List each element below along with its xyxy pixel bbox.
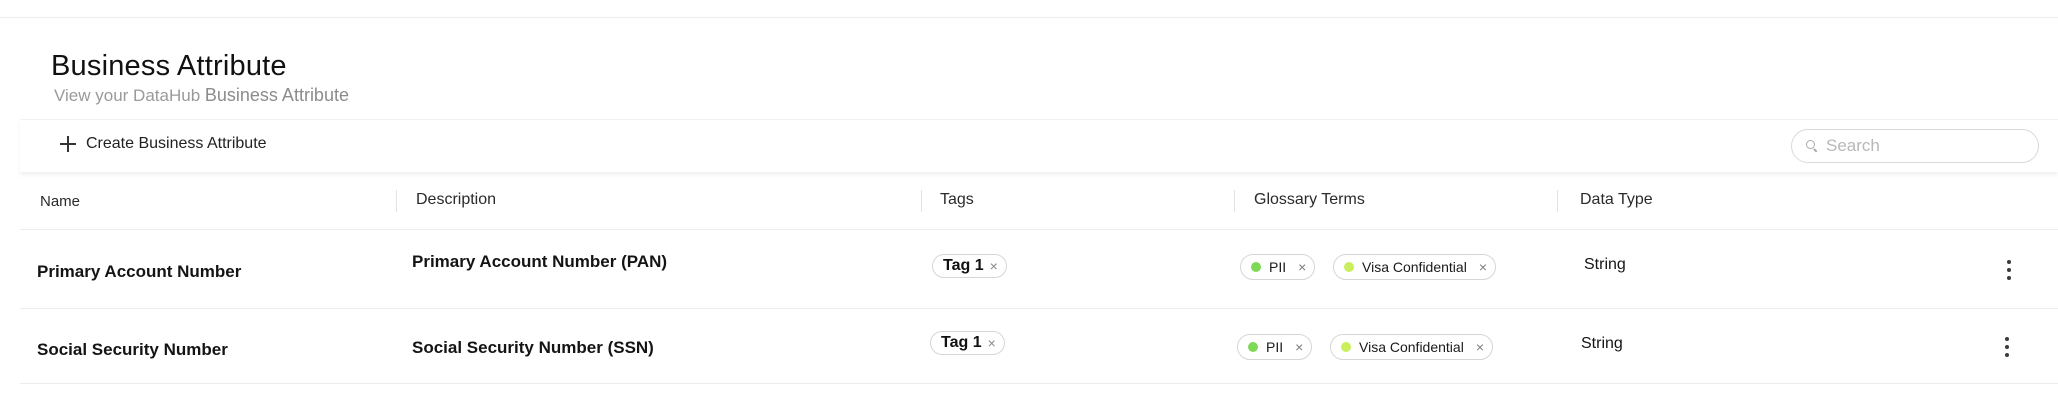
column-header-name[interactable]: Name: [40, 193, 80, 210]
search-box[interactable]: [1791, 129, 2039, 163]
search-input[interactable]: [1824, 135, 2028, 157]
create-business-attribute-button[interactable]: Create Business Attribute: [58, 134, 267, 154]
column-divider: [1234, 190, 1235, 212]
close-icon[interactable]: ×: [988, 335, 996, 351]
attribute-description: Social Security Number (SSN): [412, 338, 654, 357]
close-icon[interactable]: ×: [1479, 259, 1487, 275]
attribute-name[interactable]: Social Security Number: [37, 340, 228, 360]
close-icon[interactable]: ×: [990, 258, 998, 274]
term-label: Visa Confidential: [1362, 259, 1467, 275]
term-color-dot: [1341, 342, 1351, 352]
term-color-dot: [1251, 262, 1261, 272]
column-header-tags[interactable]: Tags: [940, 191, 974, 209]
term-label: PII: [1266, 339, 1284, 355]
more-vertical-icon[interactable]: [2004, 337, 2010, 357]
page-title: Business Attribute: [51, 50, 287, 82]
subtitle-entity: Business Attribute: [204, 85, 349, 105]
column-divider: [1557, 190, 1558, 212]
table-row[interactable]: Primary Account Number Primary Account N…: [20, 230, 2058, 309]
column-header-description[interactable]: Description: [416, 191, 496, 209]
term-label: PII: [1269, 259, 1287, 275]
top-divider: [0, 17, 2058, 18]
toolbar: Create Business Attribute: [20, 119, 2058, 172]
column-header-data-type[interactable]: Data Type: [1580, 191, 1653, 209]
subtitle-prefix: View your DataHub: [54, 86, 201, 105]
data-type-value: String: [1581, 335, 1623, 352]
close-icon[interactable]: ×: [1295, 339, 1303, 355]
attribute-description: Primary Account Number (PAN): [412, 252, 668, 271]
table-row[interactable]: Social Security Number Social Security N…: [20, 309, 2058, 384]
tag-chip[interactable]: Tag 1 ×: [930, 331, 1005, 355]
column-header-glossary-terms[interactable]: Glossary Terms: [1254, 191, 1365, 209]
create-button-label: Create Business Attribute: [86, 135, 267, 152]
close-icon[interactable]: ×: [1476, 339, 1484, 355]
more-vertical-icon[interactable]: [2006, 260, 2012, 280]
glossary-term-chip[interactable]: PII ×: [1240, 254, 1316, 280]
attribute-name[interactable]: Primary Account Number: [37, 262, 241, 282]
tag-label: Tag 1: [941, 334, 982, 351]
tag-chip[interactable]: Tag 1 ×: [932, 254, 1007, 278]
term-label: Visa Confidential: [1359, 339, 1464, 355]
glossary-term-chip[interactable]: PII ×: [1237, 334, 1313, 360]
search-icon: [1806, 140, 1818, 152]
glossary-term-chip[interactable]: Visa Confidential ×: [1330, 334, 1493, 360]
plus-icon: [58, 134, 78, 154]
close-icon[interactable]: ×: [1298, 259, 1306, 275]
data-type-value: String: [1584, 256, 1626, 273]
tag-label: Tag 1: [943, 257, 984, 274]
glossary-term-chip[interactable]: Visa Confidential ×: [1333, 254, 1496, 280]
term-color-dot: [1344, 262, 1354, 272]
term-color-dot: [1248, 342, 1258, 352]
page-subtitle: View your DataHub Business Attribute: [54, 85, 349, 106]
column-divider: [921, 190, 922, 212]
column-divider: [396, 190, 397, 212]
table-header: Name Description Tags Glossary Terms Dat…: [20, 171, 2058, 230]
